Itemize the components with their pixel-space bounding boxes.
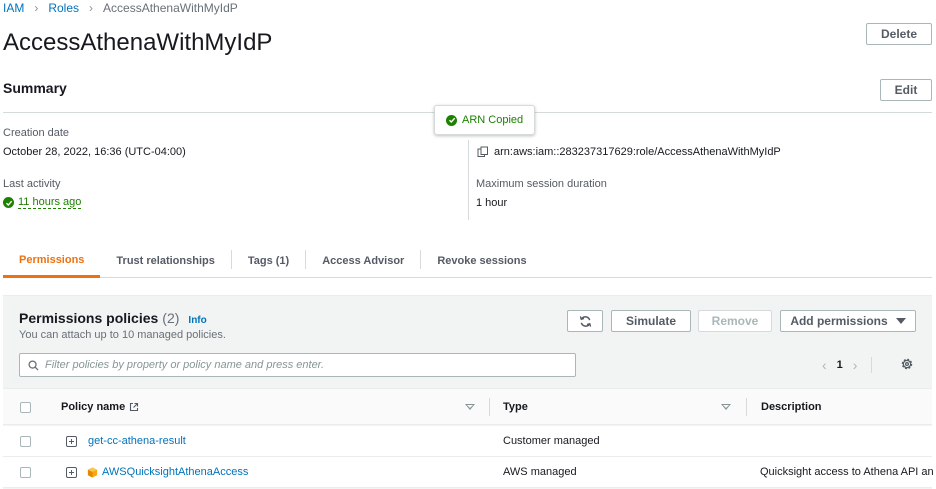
last-activity-label: Last activity (3, 178, 61, 190)
permissions-count: (2) (162, 310, 180, 326)
policy-type: AWS managed (503, 466, 577, 478)
row-checkbox[interactable] (20, 467, 31, 478)
tab-revoke-sessions[interactable]: Revoke sessions (421, 244, 542, 277)
policy-type: Customer managed (503, 435, 600, 447)
previous-page-icon[interactable]: ‹ (822, 357, 827, 373)
policy-name-cell: AWSQuicksightAthenaAccess (87, 466, 248, 478)
search-icon (28, 359, 39, 371)
tab-tags[interactable]: Tags (1) (232, 244, 305, 277)
column-header-policy-name[interactable]: Policy name (61, 401, 139, 413)
breadcrumb-current: AccessAthenaWithMyIdP (103, 1, 238, 15)
add-permissions-button[interactable]: Add permissions (780, 310, 916, 332)
permissions-header: Permissions policies (2) Info (19, 310, 207, 326)
current-page[interactable]: 1 (837, 359, 843, 371)
sort-caret-icon[interactable] (465, 404, 475, 410)
creation-date-label: Creation date (3, 127, 70, 139)
table-row: get-cc-athena-result Customer managed (3, 426, 932, 457)
column-label: Policy name (61, 401, 126, 413)
remove-button[interactable]: Remove (698, 310, 772, 332)
aws-managed-policy-icon (87, 466, 98, 478)
tab-access-advisor[interactable]: Access Advisor (306, 244, 420, 277)
success-check-icon (446, 114, 457, 126)
pager-separator (871, 357, 873, 373)
tab-bar: Permissions Trust relationships Tags (1)… (3, 244, 932, 278)
table-header: Policy name Type Description (3, 388, 932, 425)
refresh-button[interactable] (567, 310, 603, 332)
last-activity-value: 11 hours ago (18, 196, 82, 209)
column-separator (746, 398, 747, 416)
copy-icon[interactable] (477, 146, 489, 158)
policy-name-link[interactable]: get-cc-athena-result (88, 435, 186, 447)
external-link-icon (130, 402, 139, 412)
chevron-right-icon: › (34, 1, 39, 15)
last-activity[interactable]: 11 hours ago (3, 196, 82, 209)
page-title: AccessAthenaWithMyIdP (3, 29, 273, 56)
tab-trust-relationships[interactable]: Trust relationships (100, 244, 230, 277)
creation-date-value: October 28, 2022, 16:36 (UTC-04:00) (3, 146, 186, 158)
breadcrumb-link-iam[interactable]: IAM (3, 1, 24, 15)
row-checkbox[interactable] (20, 436, 31, 447)
column-header-description[interactable]: Description (761, 401, 822, 413)
gear-icon[interactable] (900, 357, 914, 371)
select-all-checkbox[interactable] (20, 402, 31, 413)
arn-value: arn:aws:iam::283237317629:role/AccessAth… (494, 146, 781, 158)
policy-description: Quicksight access to Athena API an (760, 466, 934, 478)
edit-button[interactable]: Edit (880, 79, 932, 101)
arn-copied-toast: ARN Copied (434, 105, 535, 135)
max-session-value: 1 hour (476, 197, 508, 209)
refresh-icon (579, 315, 591, 327)
sort-caret-icon[interactable] (721, 404, 731, 410)
column-header-type[interactable]: Type (503, 401, 528, 413)
policy-name-link[interactable]: AWSQuicksightAthenaAccess (102, 466, 248, 478)
info-link[interactable]: Info (188, 315, 206, 326)
breadcrumb-link-roles[interactable]: Roles (48, 1, 79, 15)
simulate-button[interactable]: Simulate (611, 310, 691, 332)
delete-button[interactable]: Delete (866, 23, 932, 45)
tab-permissions[interactable]: Permissions (3, 244, 101, 278)
filter-policies-input[interactable] (45, 359, 565, 371)
next-page-icon[interactable]: › (853, 357, 858, 373)
add-permissions-label: Add permissions (790, 314, 888, 328)
summary-column-divider (468, 140, 469, 220)
arn: arn:aws:iam::283237317629:role/AccessAth… (477, 146, 781, 158)
success-check-icon (3, 197, 14, 208)
max-session-label: Maximum session duration (476, 178, 607, 190)
breadcrumb: IAM › Roles › AccessAthenaWithMyIdP (3, 0, 238, 16)
summary-title: Summary (3, 80, 67, 96)
expand-icon[interactable] (66, 467, 77, 478)
table-row: AWSQuicksightAthenaAccess AWS managed Qu… (3, 457, 934, 488)
expand-icon[interactable] (66, 436, 77, 447)
column-separator (489, 398, 490, 416)
filter-box (19, 353, 576, 377)
permissions-title: Permissions policies (19, 310, 159, 326)
caret-down-icon (895, 318, 906, 324)
pagination: ‹ 1 › (822, 357, 873, 373)
chevron-right-icon: › (89, 1, 94, 15)
permissions-subtitle: You can attach up to 10 managed policies… (19, 329, 226, 341)
toast-text: ARN Copied (462, 114, 524, 126)
